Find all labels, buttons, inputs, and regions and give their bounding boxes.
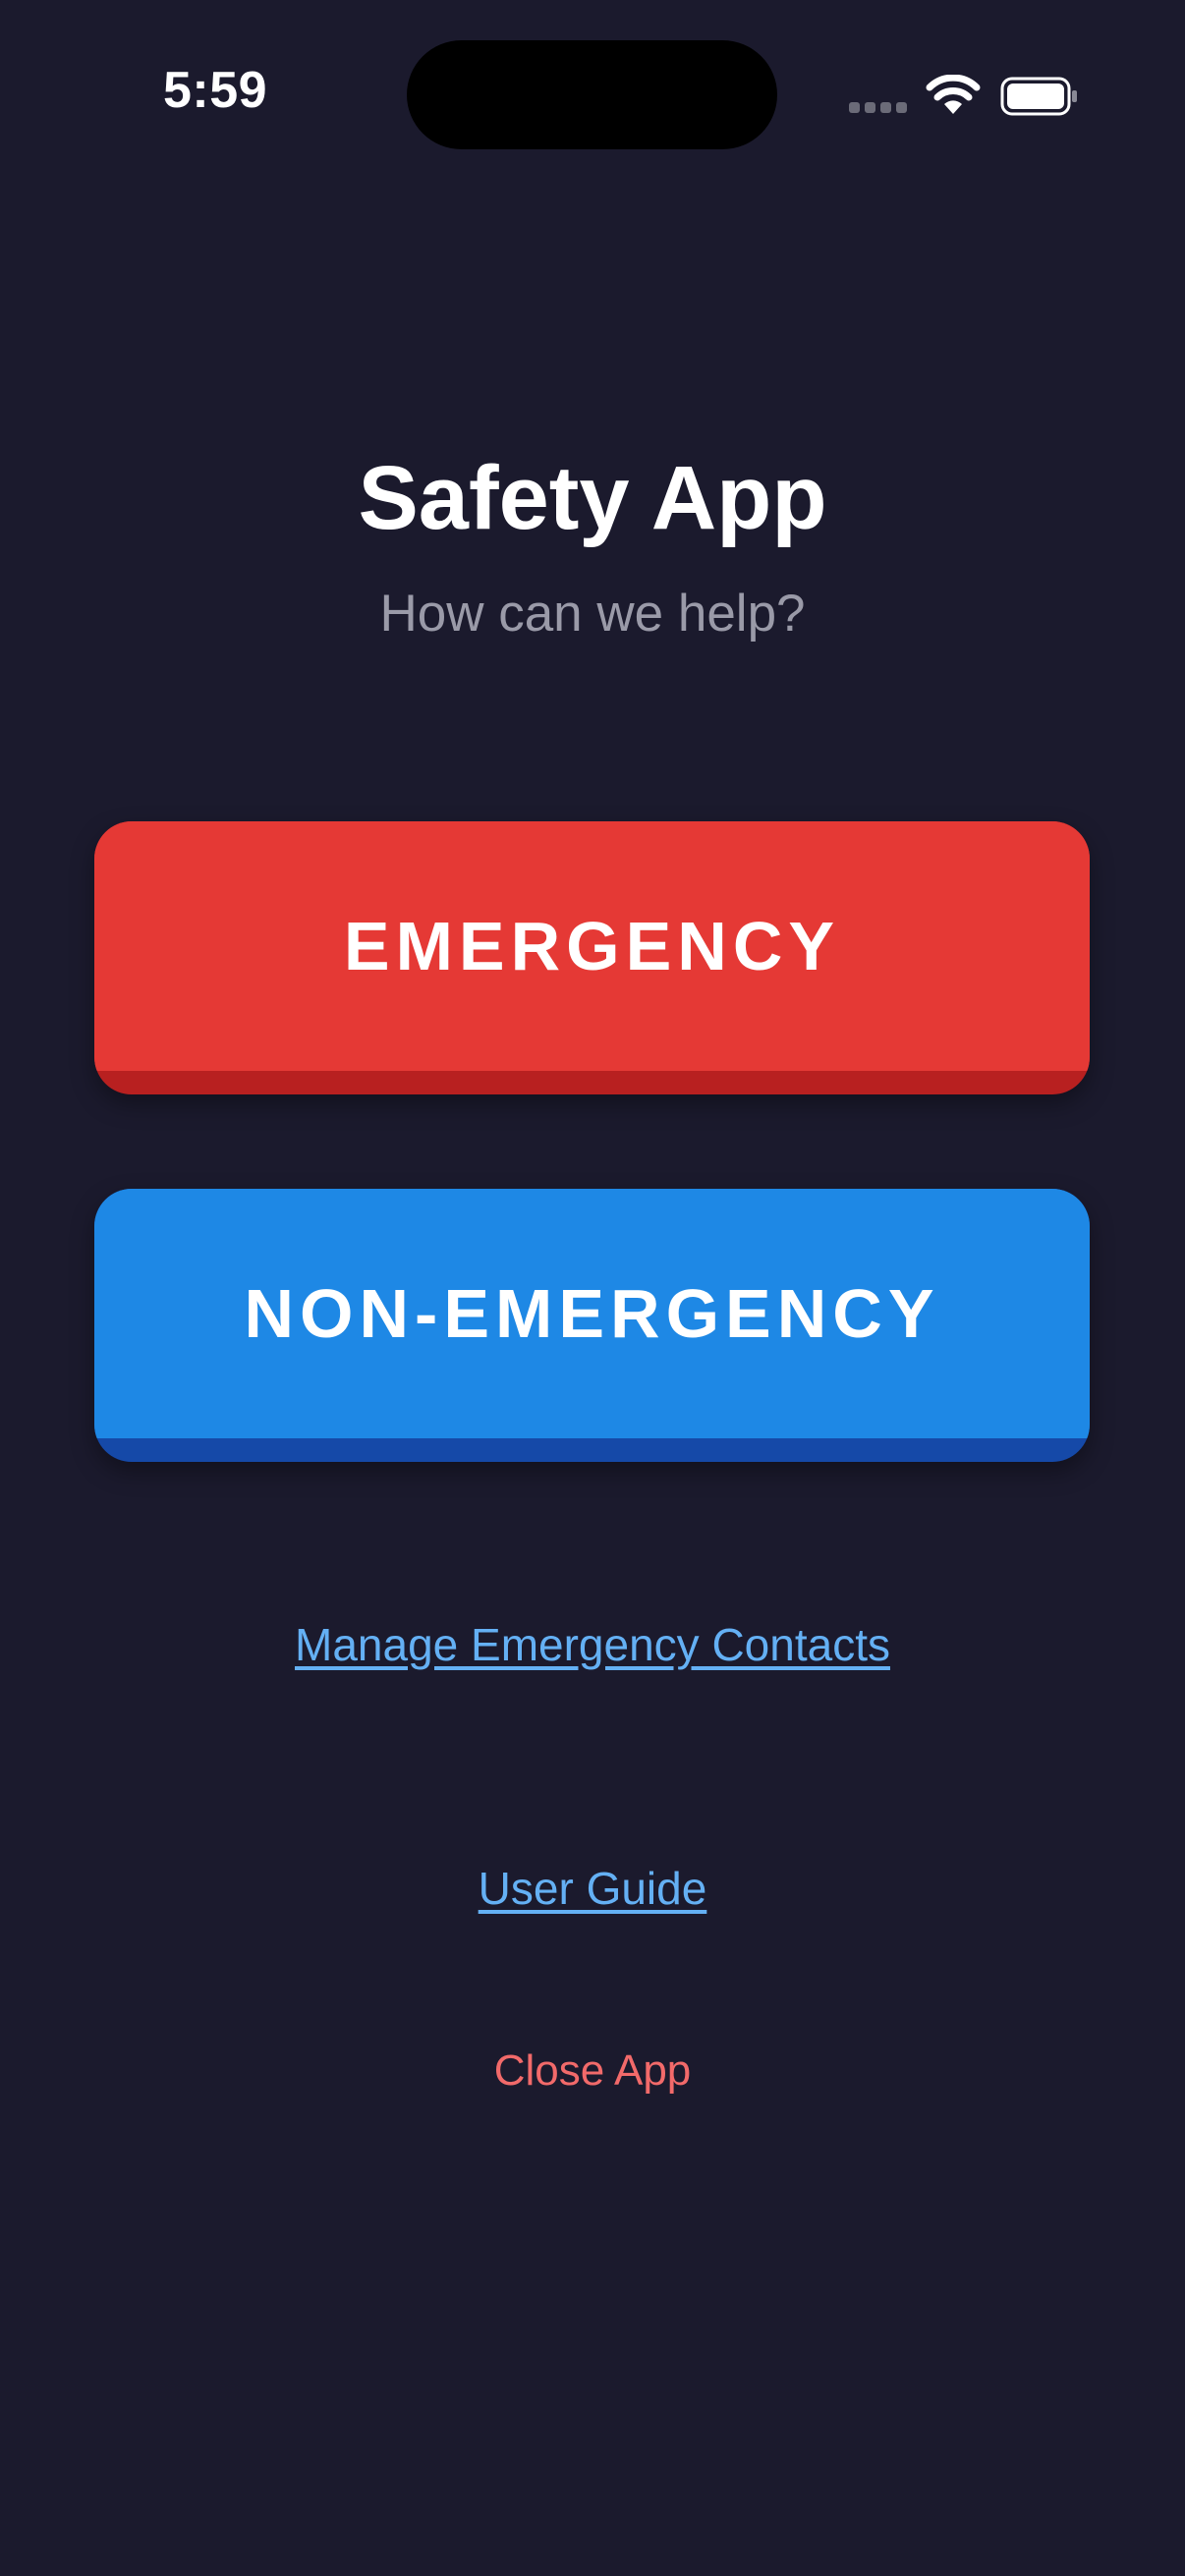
signal-icon bbox=[849, 102, 908, 114]
status-time: 5:59 bbox=[163, 62, 268, 119]
battery-icon bbox=[1000, 77, 1077, 116]
emergency-button[interactable]: EMERGENCY bbox=[94, 821, 1090, 1094]
dynamic-island bbox=[407, 40, 777, 149]
page-subtitle: How can we help? bbox=[379, 585, 806, 643]
non-emergency-button-label: NON-EMERGENCY bbox=[94, 1189, 1090, 1438]
app-screen: 5:59 Safety App How can we help? EMERGEN… bbox=[0, 0, 1185, 2576]
page-title: Safety App bbox=[358, 448, 827, 548]
close-app-button[interactable]: Close App bbox=[0, 2042, 1185, 2100]
wifi-icon bbox=[926, 75, 981, 114]
user-guide-link[interactable]: User Guide bbox=[0, 1859, 1185, 1918]
non-emergency-button[interactable]: NON-EMERGENCY bbox=[94, 1189, 1090, 1462]
manage-contacts-link[interactable]: Manage Emergency Contacts bbox=[0, 1615, 1185, 1674]
emergency-button-label: EMERGENCY bbox=[94, 821, 1090, 1071]
